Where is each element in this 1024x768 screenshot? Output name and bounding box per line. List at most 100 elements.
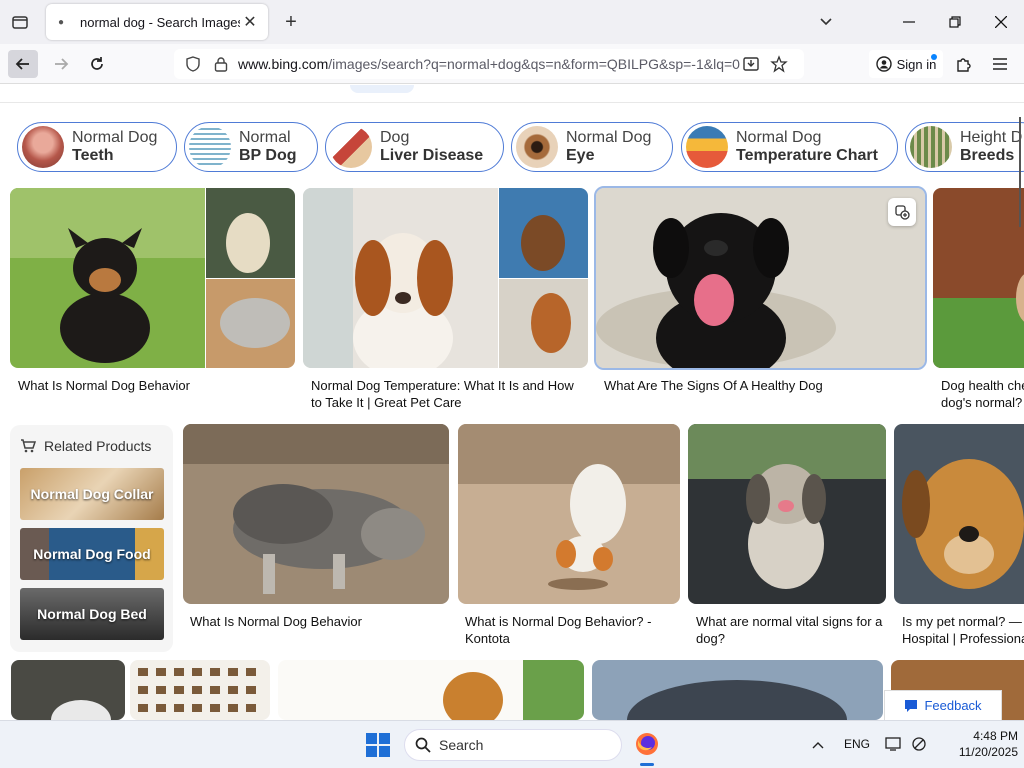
reload-icon	[91, 57, 103, 70]
lock-icon[interactable]	[210, 53, 232, 75]
save-collection-button[interactable]	[888, 198, 916, 226]
pill-line2: BP Dog	[239, 147, 297, 164]
product-food[interactable]: Normal Dog Food	[20, 528, 164, 580]
page-scrollbar-thumb[interactable]	[1019, 117, 1021, 227]
system-clock[interactable]: 4:48 PM 11/20/2025	[938, 728, 1018, 760]
related-products-panel: Related Products Normal Dog Collar Norma…	[10, 425, 173, 652]
url-text[interactable]: www.bing.com/images/search?q=normal+dog&…	[238, 56, 740, 72]
search-icon	[415, 737, 431, 753]
related-search-pill[interactable]: Dog Liver Disease	[325, 122, 504, 172]
dog-digging-image	[458, 424, 680, 604]
result-caption[interactable]: What Are The Signs Of A Healthy Dog	[604, 377, 924, 394]
related-search-pill[interactable]: Normal BP Dog	[184, 122, 318, 172]
tab-favicon-icon: ●	[57, 16, 65, 28]
result-caption[interactable]: Dog health che... dog's normal?	[941, 377, 1024, 411]
related-search-pill[interactable]: Normal Dog Temperature Chart	[681, 122, 898, 172]
active-scope-tab[interactable]	[350, 85, 414, 93]
pill-thumbnail	[22, 126, 64, 168]
network-icon[interactable]	[910, 735, 928, 753]
image-result[interactable]	[933, 188, 1024, 368]
product-label: Normal Dog Collar	[30, 486, 154, 502]
image-result[interactable]	[278, 660, 584, 720]
related-products-title: Related Products	[44, 438, 152, 454]
minimize-button[interactable]	[886, 6, 932, 38]
address-bar[interactable]: www.bing.com/images/search?q=normal+dog&…	[174, 49, 804, 79]
tab-close-icon[interactable]: ✕	[240, 12, 260, 32]
sign-in-label: Sign in	[896, 56, 937, 72]
result-caption[interactable]: Normal Dog Temperature: What It Is and H…	[311, 377, 586, 411]
tab-list-button[interactable]	[8, 10, 32, 34]
dog-closeup-image	[592, 660, 883, 720]
close-window-button[interactable]	[978, 6, 1024, 38]
gray-dog-sand-image	[183, 424, 449, 604]
result-caption[interactable]: What Is Normal Dog Behavior	[18, 377, 288, 394]
result-caption[interactable]: What are normal vital signs for a dog?	[696, 613, 886, 647]
new-tab-button[interactable]: +	[279, 10, 303, 34]
image-result[interactable]	[894, 424, 1024, 604]
firefox-taskbar-button[interactable]	[630, 727, 664, 761]
bookmark-star-icon[interactable]	[768, 53, 790, 75]
feedback-button[interactable]: Feedback	[884, 690, 1002, 720]
app-menu-button[interactable]	[988, 52, 1012, 76]
tab-title: normal dog - Search Images	[80, 14, 240, 30]
image-result[interactable]	[688, 424, 886, 604]
arrow-left-icon	[15, 58, 29, 70]
pill-thumbnail	[516, 126, 558, 168]
monitor-icon[interactable]	[884, 735, 902, 753]
tracking-shield-icon[interactable]	[182, 53, 204, 75]
shopping-cart-icon	[21, 439, 36, 453]
list-all-tabs-chevron-icon[interactable]	[814, 10, 838, 34]
close-icon	[995, 16, 1007, 28]
pill-line2: Teeth	[72, 147, 114, 164]
clock-date: 11/20/2025	[958, 745, 1018, 759]
back-button[interactable]	[8, 50, 38, 78]
pill-line1: Normal Dog	[566, 129, 652, 146]
dog-grass-image	[933, 188, 1024, 368]
image-result[interactable]	[592, 660, 883, 720]
product-label: Normal Dog Food	[33, 546, 151, 562]
image-result[interactable]	[183, 424, 449, 604]
arrow-right-icon	[55, 58, 69, 70]
result-caption[interactable]: What is Normal Dog Behavior? - Kontota	[465, 613, 680, 647]
product-bed[interactable]: Normal Dog Bed	[20, 588, 164, 640]
image-result[interactable]	[11, 660, 125, 720]
pill-line1: Normal	[239, 129, 291, 146]
windows-taskbar: Search ENG 4:48 PM 11/20/2025	[0, 720, 1024, 768]
reader-save-icon[interactable]	[740, 53, 762, 75]
feedback-label: Feedback	[924, 698, 982, 713]
pill-thumbnail	[330, 126, 372, 168]
extensions-button[interactable]	[952, 52, 976, 76]
image-result[interactable]	[130, 660, 270, 720]
sign-in-button[interactable]: Sign in	[869, 50, 943, 78]
add-to-collection-icon	[895, 205, 910, 220]
image-result[interactable]	[303, 188, 588, 368]
reload-button[interactable]	[82, 50, 112, 78]
related-search-pill[interactable]: Height D Breeds	[905, 122, 1024, 172]
forward-button[interactable]	[46, 50, 76, 78]
pill-line2: Breeds	[960, 147, 1015, 164]
related-search-pill[interactable]: Normal Dog Teeth	[17, 122, 177, 172]
result-caption[interactable]: What Is Normal Dog Behavior	[190, 613, 450, 630]
pill-thumbnail	[910, 126, 952, 168]
active-tab[interactable]: ● normal dog - Search Images ✕	[46, 4, 268, 40]
pill-line1: Height D	[960, 129, 1023, 146]
pill-line2: Temperature Chart	[736, 147, 878, 164]
beagle-mix-image	[894, 424, 1024, 604]
windows-start-icon[interactable]	[366, 733, 390, 757]
related-search-pill[interactable]: Normal Dog Eye	[511, 122, 673, 172]
taskbar-search-box[interactable]: Search	[404, 729, 622, 761]
product-label: Normal Dog Bed	[37, 606, 147, 622]
hamburger-menu-icon	[993, 58, 1007, 70]
product-collar[interactable]: Normal Dog Collar	[20, 468, 164, 520]
show-hidden-icons-chevron-icon[interactable]	[808, 735, 828, 755]
image-result[interactable]	[10, 188, 295, 368]
maximize-button[interactable]	[932, 6, 978, 38]
result-caption[interactable]: Is my pet normal? — Hospital | Professio…	[902, 613, 1024, 647]
tab-bar: ● normal dog - Search Images ✕ +	[0, 0, 1024, 44]
breed-chart-image	[130, 660, 270, 720]
pill-line1: Dog	[380, 129, 410, 146]
notification-dot	[931, 54, 937, 60]
pill-thumbnail	[686, 126, 728, 168]
image-result[interactable]	[458, 424, 680, 604]
input-language-indicator[interactable]: ENG	[844, 737, 870, 751]
